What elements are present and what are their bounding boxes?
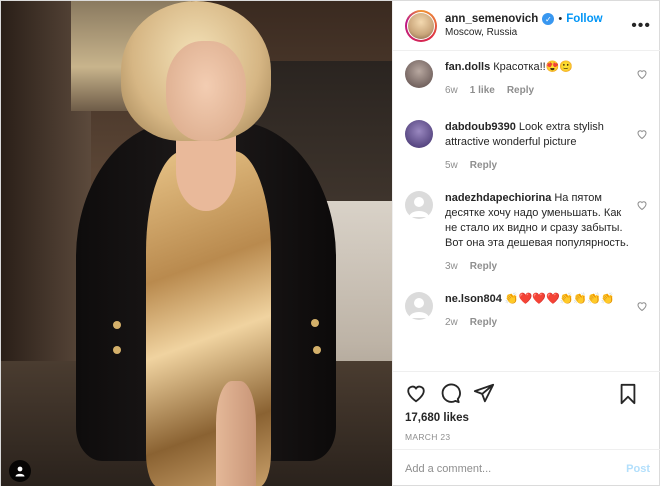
like-comment-heart-icon[interactable] [636,199,648,211]
default-avatar-icon [409,298,429,318]
reply-button[interactable]: Reply [470,259,497,274]
verified-badge-icon: ✓ [542,13,555,25]
comment-username[interactable]: fan.dolls [445,61,490,73]
photo-leg [216,381,256,486]
photo-face [166,41,246,141]
header-separator: • [558,13,563,25]
post-side-panel: ann_semenovich ✓ • Follow Moscow, Russia… [392,1,660,486]
add-comment-bar: Post [393,449,660,486]
photo-jacket-button [311,319,319,327]
default-avatar-icon [409,197,429,217]
share-paper-plane-icon[interactable] [473,382,495,404]
post-location[interactable]: Moscow, Russia [445,27,603,38]
comment-username[interactable]: ne.lson804 [445,293,502,305]
comments-list[interactable]: fan.dolls Красотка!!😍🙂 6w 1 like Reply da… [393,52,660,369]
commenter-avatar[interactable] [405,120,433,148]
comment-item: dabdoub9390 Look extra stylish attractive… [405,120,650,173]
post-date[interactable]: MARCH 23 [405,432,650,442]
add-comment-input[interactable] [405,462,627,475]
author-avatar[interactable] [405,9,437,42]
reply-button[interactable]: Reply [470,158,497,173]
comment-text: Красотка!!😍🙂 [493,61,574,73]
author-username[interactable]: ann_semenovich [445,13,538,25]
post-photo[interactable] [1,1,392,486]
post-header: ann_semenovich ✓ • Follow Moscow, Russia… [393,1,660,51]
like-comment-heart-icon[interactable] [636,68,648,80]
more-options-icon[interactable]: ••• [631,17,651,35]
instagram-post-view: ann_semenovich ✓ • Follow Moscow, Russia… [0,0,660,486]
like-comment-heart-icon[interactable] [636,300,648,312]
comment-text: 👏❤️❤️❤️👏👏👏👏 [504,293,615,305]
comment-bubble-icon[interactable] [439,382,461,404]
like-comment-heart-icon[interactable] [636,128,648,140]
follow-button[interactable]: Follow [566,13,602,25]
photo-jacket-button [313,346,321,354]
person-icon [15,466,25,477]
photo-jacket-button [113,346,121,354]
comment-item: nadezhdapechiorina На пятом десятке хочу … [405,191,650,274]
comment-username[interactable]: dabdoub9390 [445,121,516,133]
comment-username[interactable]: nadezhdapechiorina [445,192,551,204]
commenter-avatar[interactable] [405,60,433,88]
commenter-avatar[interactable] [405,292,433,320]
comment-time: 2w [445,317,458,328]
comment-item: fan.dolls Красотка!!😍🙂 6w 1 like Reply [405,60,650,98]
reply-button[interactable]: Reply [507,83,534,98]
commenter-avatar[interactable] [405,191,433,219]
tagged-users-icon[interactable] [9,460,31,482]
comment-item: ne.lson804 👏❤️❤️❤️👏👏👏👏 2w Reply [405,292,650,330]
save-bookmark-icon[interactable] [618,383,638,405]
post-actions: 17,680 likes MARCH 23 [393,371,660,442]
reply-button[interactable]: Reply [470,315,497,330]
photo-jacket-button [113,321,121,329]
comment-time: 5w [445,160,458,171]
post-comment-button[interactable]: Post [626,463,650,475]
comment-time: 3w [445,261,458,272]
likes-count[interactable]: 17,680 likes [405,412,650,424]
comment-likes[interactable]: 1 like [470,83,495,98]
photo-neckline [176,131,236,211]
like-heart-icon[interactable] [405,382,427,404]
comment-time: 6w [445,85,458,96]
